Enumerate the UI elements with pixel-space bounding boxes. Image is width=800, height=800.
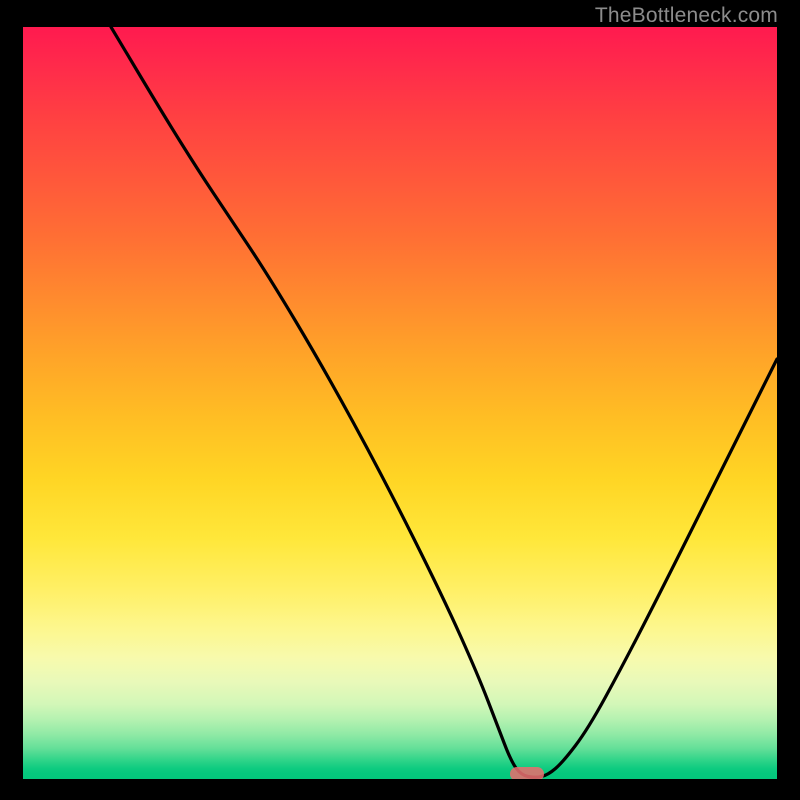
- bottleneck-curve: [23, 27, 777, 779]
- plot-area: [23, 27, 777, 779]
- chart-frame: TheBottleneck.com: [0, 0, 800, 800]
- watermark-text: TheBottleneck.com: [595, 4, 778, 28]
- optimal-point-marker: [510, 767, 544, 779]
